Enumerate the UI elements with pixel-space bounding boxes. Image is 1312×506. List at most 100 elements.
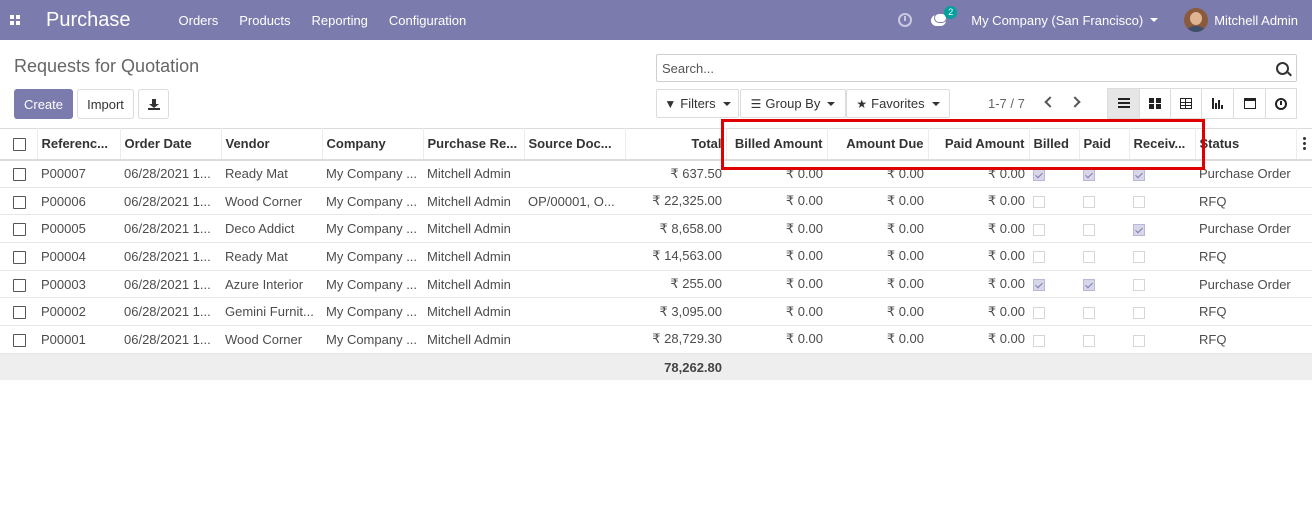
row-checkbox[interactable] — [13, 334, 26, 347]
cell-purchase-rep: Mitchell Admin — [427, 304, 511, 320]
cell-reference: P00005 — [41, 221, 86, 237]
col-company[interactable]: Company — [322, 128, 424, 160]
row-checkbox[interactable] — [13, 223, 26, 237]
messaging-icon[interactable]: 2 — [931, 6, 958, 28]
pager-value[interactable]: 1-7 / 7 — [988, 96, 1025, 111]
menu-orders[interactable]: Orders — [179, 13, 219, 28]
pager-next-icon[interactable] — [1069, 95, 1083, 109]
unchecked-checkbox-icon — [1133, 306, 1145, 319]
kebab-menu-icon[interactable] — [1297, 137, 1312, 151]
col-paid[interactable]: Paid — [1079, 128, 1130, 160]
col-billed[interactable]: Billed — [1029, 128, 1080, 160]
cell-spacer — [1296, 270, 1312, 298]
table-row[interactable]: P00007 06/28/2021 1... Ready Mat My Company… — [0, 160, 1312, 188]
cell-reference: P00001 — [41, 331, 86, 347]
cell-total: ₹ 14,563.00 — [652, 248, 722, 264]
search-icon[interactable] — [1276, 62, 1289, 75]
cell-paid — [1079, 298, 1129, 326]
select-all-checkbox[interactable] — [13, 138, 26, 152]
cell-status: Purchase Order — [1199, 166, 1291, 182]
col-purchase-rep[interactable]: Purchase Re... — [423, 128, 525, 160]
table-row[interactable]: P00006 06/28/2021 1... Wood Corner My Compa… — [0, 187, 1312, 215]
cell-paid — [1079, 270, 1129, 298]
col-paid-amount[interactable]: Paid Amount — [928, 128, 1030, 160]
cell-order-date: 06/28/2021 1... — [124, 248, 211, 264]
list-view-button[interactable] — [1107, 88, 1140, 119]
app-brand[interactable]: Purchase — [46, 9, 131, 32]
cell-amount-due: ₹ 0.00 — [886, 220, 924, 236]
table-row[interactable]: P00005 06/28/2021 1... Deco Addict My Compa… — [0, 215, 1312, 243]
star-icon: ★ — [856, 96, 868, 111]
pivot-view-button[interactable] — [1170, 88, 1202, 119]
activity-view-button[interactable] — [1265, 88, 1297, 119]
cell-amount-due: ₹ 0.00 — [886, 276, 924, 292]
cell-received — [1129, 215, 1195, 243]
calendar-icon — [1243, 98, 1256, 109]
apps-menu-icon[interactable] — [0, 0, 30, 40]
menu-configuration[interactable]: Configuration — [389, 13, 466, 28]
menu-reporting[interactable]: Reporting — [312, 13, 368, 28]
cell-billed — [1029, 270, 1079, 298]
export-button[interactable] — [138, 89, 169, 119]
row-checkbox[interactable] — [13, 306, 26, 320]
unchecked-checkbox-icon — [1033, 223, 1045, 236]
company-switcher[interactable]: My Company (San Francisco) — [971, 12, 1159, 28]
col-billed-amount[interactable]: Billed Amount — [726, 128, 828, 160]
company-name: My Company (San Francisco) — [971, 12, 1144, 28]
caret-down-icon — [931, 101, 940, 106]
favorites-dropdown[interactable]: ★ Favorites — [846, 89, 950, 118]
cell-billed-amount: ₹ 0.00 — [785, 165, 823, 181]
graph-view-button[interactable] — [1201, 88, 1234, 119]
cell-reference: P00003 — [41, 276, 86, 292]
cell-amount-due: ₹ 0.00 — [886, 331, 924, 347]
cell-billed — [1029, 298, 1079, 326]
unchecked-checkbox-icon — [1033, 251, 1045, 264]
cell-vendor: Wood Corner — [225, 331, 303, 347]
col-source-doc[interactable]: Source Doc... — [524, 128, 626, 160]
user-menu[interactable]: Mitchell Admin — [1184, 8, 1298, 32]
message-count-badge: 2 — [944, 6, 958, 19]
activity-clock-icon[interactable] — [898, 13, 913, 27]
cell-vendor: Deco Addict — [225, 221, 295, 237]
optional-columns-toggle[interactable] — [1296, 128, 1312, 160]
row-checkbox[interactable] — [13, 195, 26, 209]
table-icon — [1180, 98, 1192, 109]
col-reference[interactable]: Referenc... — [37, 128, 121, 160]
menu-products[interactable]: Products — [239, 13, 290, 28]
caret-down-icon — [1150, 18, 1159, 22]
cell-billed-amount: ₹ 0.00 — [785, 193, 823, 209]
search-input[interactable] — [662, 58, 1262, 78]
col-total[interactable]: Total — [625, 128, 727, 160]
col-order-date[interactable]: Order Date — [120, 128, 222, 160]
cell-company: My Company ... — [326, 166, 418, 182]
group-by-dropdown[interactable]: ☰ Group By — [740, 89, 846, 118]
table-row[interactable]: P00002 06/28/2021 1... Gemini Furnit... My … — [0, 298, 1312, 326]
cell-received — [1129, 270, 1195, 298]
calendar-view-button[interactable] — [1233, 88, 1266, 119]
table-row[interactable]: P00001 06/28/2021 1... Wood Corner My Compa… — [0, 326, 1312, 354]
col-status[interactable]: Status — [1195, 128, 1297, 160]
cell-company: My Company ... — [326, 276, 418, 292]
table-row[interactable]: P00003 06/28/2021 1... Azure Interior My Co… — [0, 270, 1312, 298]
cell-received — [1129, 187, 1195, 215]
checked-checkbox-icon — [1033, 168, 1045, 181]
cell-vendor: Gemini Furnit... — [225, 304, 314, 320]
import-button[interactable]: Import — [77, 89, 134, 119]
table-row[interactable]: P00004 06/28/2021 1... Ready Mat My Company… — [0, 243, 1312, 271]
row-checkbox[interactable] — [13, 168, 26, 182]
filters-dropdown[interactable]: ▼ Filters — [656, 89, 739, 118]
kanban-view-button[interactable] — [1139, 88, 1171, 119]
row-checkbox[interactable] — [13, 250, 26, 264]
row-checkbox[interactable] — [13, 278, 26, 292]
col-amount-due[interactable]: Amount Due — [827, 128, 929, 160]
cell-amount-due: ₹ 0.00 — [886, 248, 924, 264]
cell-billed — [1029, 215, 1079, 243]
cell-status: Purchase Order — [1199, 276, 1291, 292]
pager-previous-icon[interactable] — [1042, 95, 1056, 109]
unchecked-checkbox-icon — [1083, 223, 1095, 236]
col-received[interactable]: Receiv... — [1129, 128, 1196, 160]
col-vendor[interactable]: Vendor — [221, 128, 323, 160]
create-button[interactable]: Create — [14, 89, 73, 119]
select-all-checkbox-cell[interactable] — [0, 128, 38, 160]
cell-status: RFQ — [1199, 248, 1227, 264]
